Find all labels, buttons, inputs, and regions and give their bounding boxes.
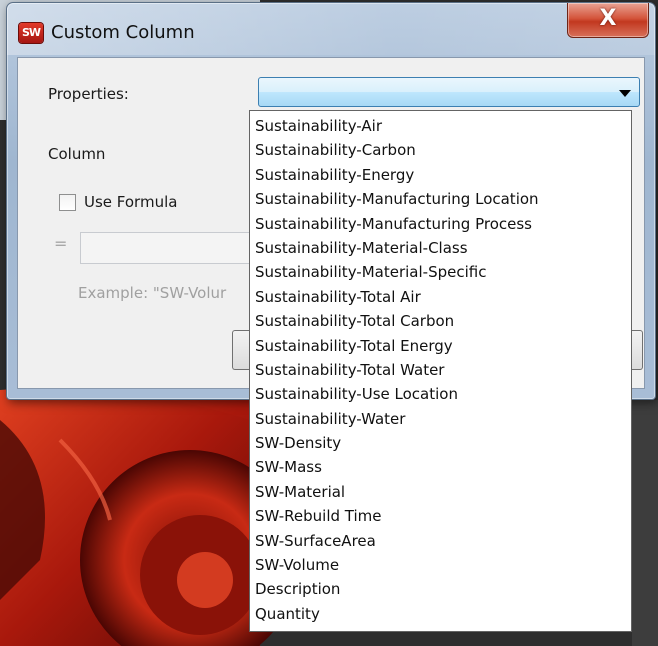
use-formula-checkbox[interactable] [59,194,76,211]
dropdown-option[interactable]: Sustainability-Total Water [250,358,631,382]
close-button[interactable]: X [567,3,649,38]
dropdown-option[interactable]: Sustainability-Total Carbon [250,309,631,333]
dropdown-option[interactable]: Sustainability-Air [250,114,631,138]
dropdown-option[interactable]: Sustainability-Use Location [250,382,631,406]
dropdown-option[interactable]: Sustainability-Material-Specific [250,260,631,284]
dropdown-option[interactable]: SW-SurfaceArea [250,529,631,553]
dropdown-option[interactable]: SW-Material [250,480,631,504]
dropdown-option[interactable]: Sustainability-Water [250,407,631,431]
dropdown-option[interactable]: Sustainability-Manufacturing Location [250,187,631,211]
equals-sign: = [54,234,68,253]
dropdown-option[interactable]: SW-Mass [250,455,631,479]
formula-example: Example: "SW-Volur [78,284,227,302]
dropdown-option[interactable]: Sustainability-Manufacturing Process [250,212,631,236]
dropdown-option[interactable]: Description [250,577,631,601]
chevron-down-icon[interactable] [619,90,631,97]
properties-select[interactable] [258,77,640,107]
dropdown-option[interactable]: Sustainability-Total Air [250,285,631,309]
dialog-title: Custom Column [51,22,195,43]
column-label: Column [48,145,106,163]
dropdown-option[interactable]: Sustainability-Material-Class [250,236,631,260]
dropdown-option[interactable]: Sustainability-Carbon [250,138,631,162]
close-icon: X [599,6,617,31]
properties-label: Properties: [48,85,129,103]
dropdown-option[interactable]: Sustainability-Energy [250,163,631,187]
dropdown-option[interactable]: SW-Density [250,431,631,455]
use-formula-label[interactable]: Use Formula [84,193,177,211]
solidworks-icon: SW [19,23,43,43]
properties-dropdown-list: Sustainability-Air Sustainability-Carbon S… [249,110,632,632]
formula-input[interactable] [80,232,260,264]
dropdown-option[interactable]: Sustainability-Total Energy [250,334,631,358]
dropdown-option[interactable]: SW-Rebuild Time [250,504,631,528]
dropdown-option[interactable]: Quantity [250,602,631,626]
dropdown-option[interactable]: SW-Volume [250,553,631,577]
